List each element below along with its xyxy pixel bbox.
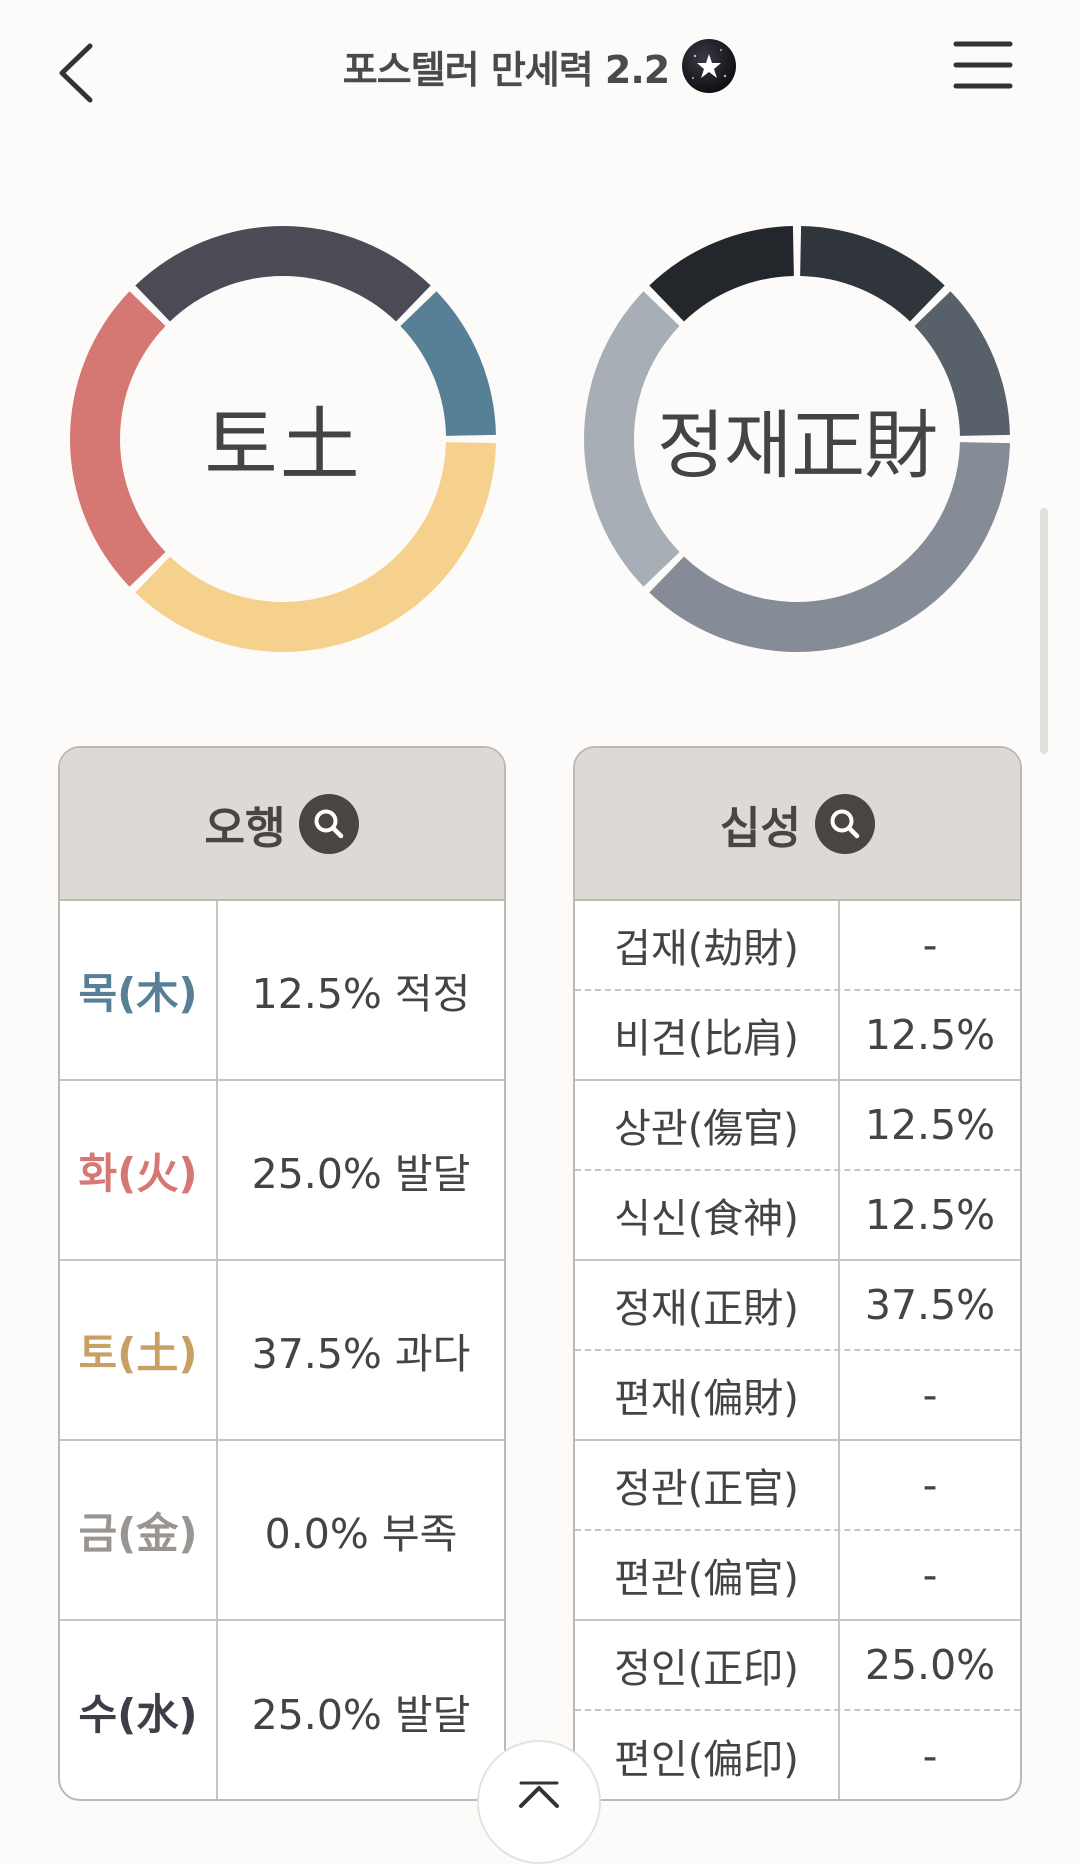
sipsung-name: 겁재(劫財) — [575, 901, 840, 989]
scrollbar[interactable] — [1040, 508, 1048, 754]
ohaeng-title: 오행 — [204, 802, 286, 854]
ohaeng-element-name: 수(水) — [60, 1621, 218, 1799]
ohaeng-element-name: 화(火) — [60, 1081, 218, 1259]
sipsung-table: 십성 겁재(劫財) - 비견(比肩) 12.5% 상관(傷官) 12.5% 식신(食神) 12… — [573, 746, 1022, 1801]
ohaeng-donut-chart: 토土 — [66, 222, 500, 656]
sipsung-title: 십성 — [720, 802, 801, 854]
sipsung-value: - — [922, 1371, 938, 1419]
ohaeng-donut-segment-0 — [135, 226, 431, 322]
ohaeng-row: 금(金) 0.0% 부족 — [60, 1441, 504, 1621]
ohaeng-element-value: 25.0% 발달 — [251, 1150, 471, 1198]
ohaeng-element-value: 25.0% 발달 — [251, 1691, 471, 1739]
scroll-to-top-button[interactable] — [477, 1740, 601, 1864]
sipsung-donut-segment-1 — [914, 291, 1010, 436]
sipsung-row: 정재(正財) 37.5% — [575, 1261, 1020, 1351]
sipsung-row: 겁재(劫財) - — [575, 901, 1020, 991]
sipsung-value: 25.0% — [864, 1641, 996, 1689]
ohaeng-search-button[interactable] — [299, 793, 360, 854]
ohaeng-row: 토(土) 37.5% 과다 — [60, 1261, 504, 1441]
sipsung-donut-segment-4 — [649, 226, 794, 322]
sipsung-row: 비견(比肩) 12.5% — [575, 991, 1020, 1081]
ohaeng-row: 화(火) 25.0% 발달 — [60, 1081, 504, 1261]
chevron-up-icon — [519, 1781, 559, 1808]
menu-button[interactable] — [952, 38, 1014, 92]
ohaeng-element-value: 12.5% 적정 — [251, 970, 471, 1018]
ohaeng-row: 목(木) 12.5% 적정 — [60, 901, 504, 1081]
sipsung-name: 편관(偏官) — [575, 1531, 840, 1619]
sipsung-row: 상관(傷官) 12.5% — [575, 1081, 1020, 1171]
sipsung-value: 12.5% — [864, 1101, 996, 1149]
sipsung-value: 37.5% — [864, 1281, 996, 1329]
sipsung-row: 정인(正印) 25.0% — [575, 1621, 1020, 1711]
sipsung-donut-chart: 정재正財 — [580, 222, 1014, 656]
ohaeng-donut-svg — [70, 226, 496, 653]
hamburger-menu-icon — [953, 41, 1013, 89]
ohaeng-element-name: 토(土) — [60, 1261, 218, 1439]
app-title: 포스텔러 만세력 2.2 — [342, 47, 670, 92]
search-icon — [830, 809, 860, 838]
top-bar: 포스텔러 만세력 2.2 — [0, 0, 1080, 140]
search-icon — [314, 809, 344, 838]
sipsung-donut-segment-0 — [800, 226, 945, 322]
sipsung-name: 정재(正財) — [575, 1261, 840, 1349]
ohaeng-element-name: 금(金) — [60, 1441, 218, 1619]
sipsung-row: 편관(偏官) - — [575, 1531, 1020, 1621]
ohaeng-element-value: 37.5% 과다 — [251, 1330, 471, 1378]
star-badge-icon — [682, 39, 737, 93]
sipsung-donut-segment-2 — [649, 442, 1010, 653]
sipsung-donut-svg — [584, 226, 1010, 653]
ohaeng-element-value: 0.0% 부족 — [264, 1510, 458, 1558]
ohaeng-header: 오행 — [60, 748, 504, 901]
sipsung-name: 상관(傷官) — [575, 1081, 840, 1169]
sipsung-name: 편재(偏財) — [575, 1351, 840, 1439]
sipsung-value: - — [922, 1461, 938, 1509]
sipsung-name: 정관(正官) — [575, 1441, 840, 1529]
sipsung-row: 편재(偏財) - — [575, 1351, 1020, 1441]
sipsung-value: - — [922, 1732, 938, 1780]
sipsung-header: 십성 — [575, 748, 1020, 901]
sipsung-name: 편인(偏印) — [575, 1711, 840, 1799]
sipsung-name: 정인(正印) — [575, 1621, 840, 1709]
ohaeng-donut-segment-2 — [135, 442, 496, 653]
sipsung-name: 식신(食神) — [575, 1171, 840, 1259]
sipsung-value: - — [922, 921, 938, 969]
ohaeng-donut-segment-1 — [400, 291, 496, 436]
ohaeng-row: 수(水) 25.0% 발달 — [60, 1621, 504, 1799]
sipsung-row: 편인(偏印) - — [575, 1711, 1020, 1799]
sipsung-value: 12.5% — [864, 1191, 996, 1239]
sipsung-row: 식신(食神) 12.5% — [575, 1171, 1020, 1261]
ohaeng-table: 오행 목(木) 12.5% 적정 화(火) 25.0% 발달 토(土) 37.5% 과다 금… — [58, 746, 506, 1801]
sipsung-name: 비견(比肩) — [575, 991, 840, 1079]
ohaeng-element-name: 목(木) — [60, 901, 218, 1079]
sipsung-search-button[interactable] — [814, 793, 875, 854]
ohaeng-donut-segment-3 — [70, 291, 166, 587]
sipsung-row: 정관(正官) - — [575, 1441, 1020, 1531]
sipsung-value: 12.5% — [864, 1011, 996, 1059]
sipsung-donut-segment-3 — [584, 291, 680, 587]
sipsung-value: - — [922, 1551, 938, 1599]
